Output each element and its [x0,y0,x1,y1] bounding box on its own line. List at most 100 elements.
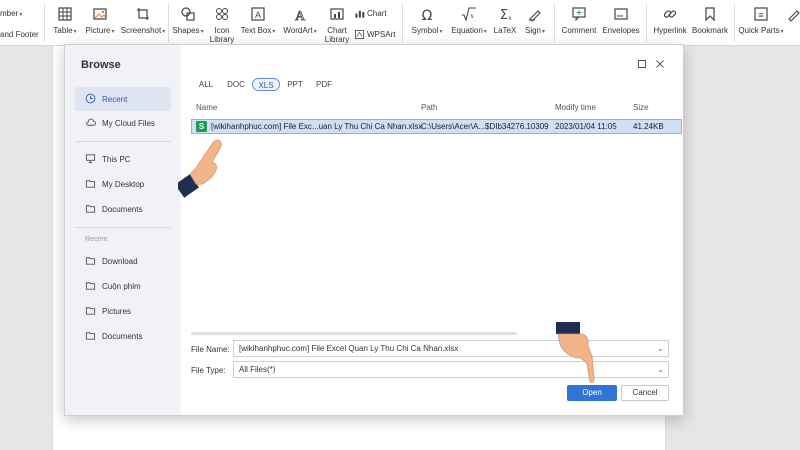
horizontal-scrollbar[interactable] [191,332,517,335]
cloud-icon [85,117,97,129]
sidebar-item-cuon-phim[interactable]: Cuộn phim [75,274,171,298]
bookmark-button[interactable]: Bookmark [690,0,730,46]
spreadsheet-file-icon: S [196,121,207,132]
chevron-down-icon: ▾ [19,12,23,18]
sidebar-item-recent[interactable]: Recent [75,87,171,111]
wordart-button[interactable]: A WordArt▾ [280,0,320,46]
column-header-path[interactable]: Path [421,103,437,112]
hyperlink-button[interactable]: Hyperlink [650,0,690,46]
icon-library-icon [206,6,238,22]
sidebar-item-documents-recent[interactable]: Documents [75,324,171,348]
envelopes-button[interactable]: Envelopes [600,0,642,46]
ribbon-label: WPSArt [367,30,396,39]
file-size: 41.24KB [633,122,664,131]
sidebar-item-my-cloud-files[interactable]: My Cloud Files [75,111,171,135]
sidebar-item-this-pc[interactable]: This PC [75,147,171,171]
bookmark-icon [690,6,730,22]
sidebar-item-label: Recent [102,94,128,104]
ribbon-label: Comment [561,26,597,35]
ribbon-separator [646,4,647,42]
icon-library-button[interactable]: Icon Library [206,0,238,46]
chevron-down-icon[interactable]: ⌄ [657,341,664,356]
ribbon-label: Screenshot [120,26,162,35]
sidebar-item-my-desktop[interactable]: My Desktop [75,172,171,196]
chevron-down-icon: ▾ [780,29,784,35]
file-row[interactable]: S [wikihanhphuc.com] File Exc...uan Ly T… [191,119,682,134]
maximize-icon [638,60,646,68]
sign-icon [520,6,550,22]
sidebar-item-download[interactable]: Download [75,249,171,273]
more-tools-button[interactable] [786,0,800,46]
wordart-icon: A [280,6,320,25]
pointing-hand-icon [554,320,604,388]
maximize-button[interactable] [637,59,647,69]
chart-library-icon [322,6,352,22]
column-header-modify-time[interactable]: Modify time [555,103,596,112]
ribbon-label: Chart Library [324,26,350,44]
text-box-icon: A [238,6,278,22]
ribbon-separator [402,4,403,42]
filter-tab-doc[interactable]: DOC [225,78,247,91]
text-box-button[interactable]: A Text Box▾ [238,0,278,46]
ribbon-label: Icon Library [209,26,235,44]
pen-icon [786,6,800,22]
quick-parts-button[interactable]: ≡ Quick Parts▾ [738,0,784,46]
sign-button[interactable]: Sign▾ [520,0,550,46]
file-path: C:\Users\Acer\A...$DIb34276.10309 [421,122,549,131]
ribbon-label: Sign [524,26,541,35]
close-button[interactable] [655,59,665,69]
symbol-icon: Ω [406,6,448,24]
chart-library-button[interactable]: Chart Library [322,0,352,46]
sidebar-item-pictures[interactable]: Pictures [75,299,171,323]
svg-text:A: A [295,9,306,22]
column-header-size[interactable]: Size [633,103,649,112]
header-footer-label: and Footer [0,30,39,39]
chevron-down-icon[interactable]: ⌄ [657,362,664,377]
sidebar-item-label: My Cloud Files [102,118,155,128]
sidebar-item-documents[interactable]: Documents [75,197,171,221]
chart-icon [354,8,365,19]
close-icon [656,60,664,68]
filter-tab-xls[interactable]: XLS [252,78,280,91]
equation-button[interactable]: x Equation▾ [448,0,490,46]
filter-tab-ppt[interactable]: PPT [285,78,305,91]
sidebar-item-label: My Desktop [102,179,145,189]
dialog-sidebar: Browse Recent My Cloud Files This PC My … [65,45,181,415]
screenshot-button[interactable]: Screenshot▾ [118,0,168,46]
svg-text:x: x [470,12,474,20]
table-button[interactable]: Table▾ [48,0,82,46]
table-icon [48,6,82,22]
ribbon-label: Bookmark [691,26,728,35]
ribbon-label: Text Box [240,26,272,35]
clock-icon [85,93,97,105]
comment-icon [558,6,600,22]
shapes-button[interactable]: Shapes▾ [170,0,206,46]
cancel-button[interactable]: Cancel [621,385,669,401]
folder-icon [85,280,97,292]
file-type-label: File Type: [191,366,226,375]
comment-button[interactable]: Comment [558,0,600,46]
ribbon-page-number-button[interactable]: mber▾ and Footer [0,0,42,46]
filter-tab-pdf[interactable]: PDF [315,78,333,91]
symbol-button[interactable]: Ω Symbol▾ [406,0,448,46]
chart-button[interactable]: Chart WPSArt [354,0,398,46]
file-name-label: File Name: [191,345,230,354]
ribbon-label: Quick Parts [738,26,780,35]
monitor-icon [85,153,97,165]
ribbon-separator [168,4,169,42]
latex-button[interactable]: Σx LaTeX [490,0,520,46]
chevron-down-icon: ▾ [439,29,443,35]
picture-button[interactable]: Picture▾ [82,0,118,46]
quick-parts-icon: ≡ [738,6,784,22]
chevron-down-icon: ▾ [200,29,204,35]
column-header-name[interactable]: Name [196,103,217,112]
file-name: [wikihanhphuc.com] File Exc...uan Ly Thu… [211,122,423,131]
ribbon-label: Equation [451,26,483,35]
svg-text:≡: ≡ [758,10,763,20]
folder-icon [85,178,97,190]
filter-tab-all[interactable]: ALL [197,78,215,91]
chevron-down-icon: ▾ [111,29,115,35]
shapes-icon [170,6,206,22]
svg-text:A: A [255,10,261,20]
screenshot-icon [118,6,168,22]
